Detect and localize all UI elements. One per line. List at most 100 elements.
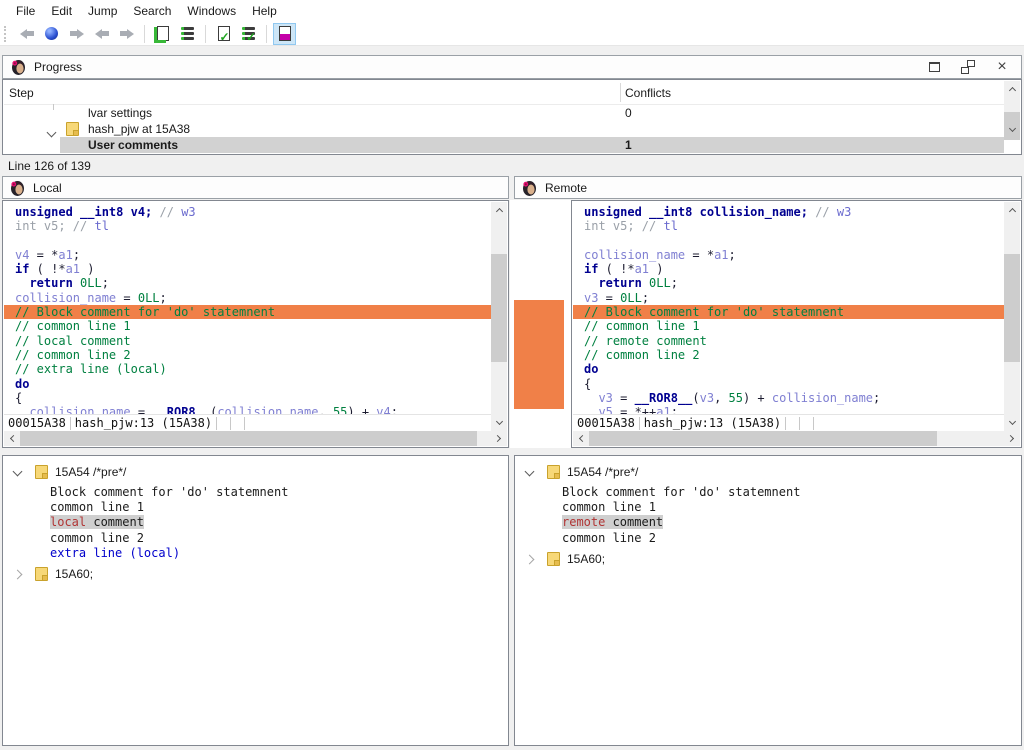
progress-vertical-scrollbar[interactable] (1004, 81, 1020, 138)
menu-jump[interactable]: Jump (80, 1, 125, 21)
folder-icon (66, 122, 79, 136)
progress-table: Step Conflicts lvar settings0hash_pjw at… (2, 79, 1022, 155)
restore-icon[interactable] (961, 61, 975, 73)
progress-row[interactable]: hash_pjw at 15A38 (4, 121, 1004, 137)
local-vertical-scrollbar[interactable] (491, 202, 507, 431)
code-line: // common line 2 (4, 348, 491, 362)
scroll-up-icon[interactable] (1004, 202, 1020, 218)
scroll-up-icon[interactable] (1004, 81, 1020, 97)
accept-all-blocks-icon[interactable] (237, 23, 260, 45)
progress-row[interactable]: User comments1 (4, 137, 1004, 153)
copy-all-blocks-icon[interactable] (176, 23, 199, 45)
remote-horizontal-scrollbar[interactable] (573, 431, 1020, 446)
remote-code-view[interactable]: unsigned __int8 collision_name; // w3int… (573, 202, 1004, 414)
scrollbar-thumb[interactable] (20, 431, 477, 446)
code-line (4, 234, 491, 248)
progress-row[interactable]: lvar settings0 (4, 105, 1004, 121)
comment-line[interactable]: remote comment (515, 515, 1021, 530)
comment-line[interactable]: Block comment for 'do' statemnent (3, 485, 508, 500)
merged-view-icon[interactable] (273, 23, 296, 45)
comment-line[interactable]: local comment (3, 515, 508, 530)
code-line: v3 = 0LL; (573, 291, 1004, 305)
prev-conflict-icon[interactable] (90, 23, 113, 45)
nav-forward-icon[interactable] (65, 23, 88, 45)
tree-group-row[interactable]: 15A54 /*pre*/ (3, 462, 508, 481)
scroll-down-icon[interactable] (1004, 122, 1020, 138)
next-conflict-icon[interactable] (115, 23, 138, 45)
tree-group-label: 15A54 /*pre*/ (55, 465, 126, 479)
close-icon[interactable] (995, 61, 1009, 73)
copy-block-icon[interactable] (151, 23, 174, 45)
folder-icon (547, 465, 560, 479)
menu-search[interactable]: Search (125, 1, 179, 21)
code-line: do (573, 362, 1004, 376)
remote-pane-header[interactable]: Remote (514, 176, 1022, 199)
step-label: User comments (88, 138, 178, 152)
menu-windows[interactable]: Windows (179, 1, 244, 21)
code-line: // extra line (local) (4, 362, 491, 376)
code-line: v3 = __ROR8__(v3, 55) + collision_name; (573, 391, 1004, 405)
remote-code-pane: unsigned __int8 collision_name; // w3int… (571, 200, 1022, 448)
code-line: int v5; // tl (573, 219, 1004, 233)
scroll-right-icon[interactable] (491, 431, 507, 446)
scrollbar-thumb[interactable] (1004, 254, 1020, 362)
diff-gutter (510, 200, 571, 448)
code-line: do (4, 377, 491, 391)
local-pane-header[interactable]: Local (2, 176, 509, 199)
comment-line[interactable]: Block comment for 'do' statemnent (515, 485, 1021, 500)
code-line: unsigned __int8 collision_name; // w3 (573, 205, 1004, 219)
toolbar-drag-handle[interactable] (4, 26, 9, 42)
code-line: return 0LL; (4, 276, 491, 290)
maximize-icon[interactable] (927, 61, 941, 73)
tree-group-row[interactable]: 15A60; (3, 565, 508, 584)
menu-file[interactable]: File (8, 1, 43, 21)
status-cell (786, 417, 800, 430)
remote-vertical-scrollbar[interactable] (1004, 202, 1020, 431)
menu-edit[interactable]: Edit (43, 1, 80, 21)
scroll-right-icon[interactable] (1004, 431, 1020, 446)
ida-icon (9, 180, 25, 196)
toolbar-separator (144, 25, 145, 43)
ida-icon (521, 180, 537, 196)
tree-group-row[interactable]: 15A60; (515, 550, 1021, 569)
tree-group-label: 15A54 /*pre*/ (567, 465, 638, 479)
chevron-down-icon[interactable] (526, 468, 540, 475)
scroll-left-icon[interactable] (4, 431, 20, 446)
column-separator[interactable] (620, 83, 621, 102)
scrollbar-thumb[interactable] (589, 431, 937, 446)
folder-icon (35, 465, 48, 479)
remote-status-bar: 00015A38hash_pjw:13 (15A38) (573, 414, 1004, 431)
comment-line[interactable]: extra line (local) (3, 546, 508, 561)
nav-current-icon[interactable] (40, 23, 63, 45)
progress-table-header[interactable]: Step Conflicts (4, 81, 1004, 105)
nav-back-icon[interactable] (15, 23, 38, 45)
scrollbar-thumb[interactable] (491, 254, 507, 362)
step-label: lvar settings (88, 106, 152, 120)
comment-lines: Block comment for 'do' statemnentcommon … (3, 485, 508, 561)
scroll-left-icon[interactable] (573, 431, 589, 446)
tree-group-row[interactable]: 15A54 /*pre*/ (515, 462, 1021, 481)
scroll-down-icon[interactable] (1004, 415, 1020, 431)
chevron-down-icon[interactable] (14, 468, 28, 475)
folder-icon (35, 567, 48, 581)
comment-line[interactable]: common line 2 (515, 531, 1021, 546)
progress-panel-titlebar[interactable]: Progress (2, 55, 1022, 79)
column-step[interactable]: Step (9, 86, 34, 100)
accept-block-icon[interactable] (212, 23, 235, 45)
local-horizontal-scrollbar[interactable] (4, 431, 507, 446)
local-code-view[interactable]: unsigned __int8 v4; // w3int v5; // tl v… (4, 202, 491, 414)
chevron-right-icon[interactable] (526, 556, 540, 563)
code-line: v4 = *a1; (4, 248, 491, 262)
scroll-up-icon[interactable] (491, 202, 507, 218)
status-cell: hash_pjw:13 (15A38) (640, 417, 786, 430)
chevron-right-icon[interactable] (14, 571, 28, 578)
comment-line[interactable]: common line 1 (515, 500, 1021, 515)
conflict-region-marker[interactable] (514, 300, 564, 409)
scroll-down-icon[interactable] (491, 415, 507, 431)
column-conflicts[interactable]: Conflicts (625, 86, 671, 100)
code-line: unsigned __int8 v4; // w3 (4, 205, 491, 219)
code-line: v5 = *++a1; (573, 405, 1004, 414)
menu-help[interactable]: Help (244, 1, 285, 21)
comment-line[interactable]: common line 2 (3, 531, 508, 546)
comment-line[interactable]: common line 1 (3, 500, 508, 515)
